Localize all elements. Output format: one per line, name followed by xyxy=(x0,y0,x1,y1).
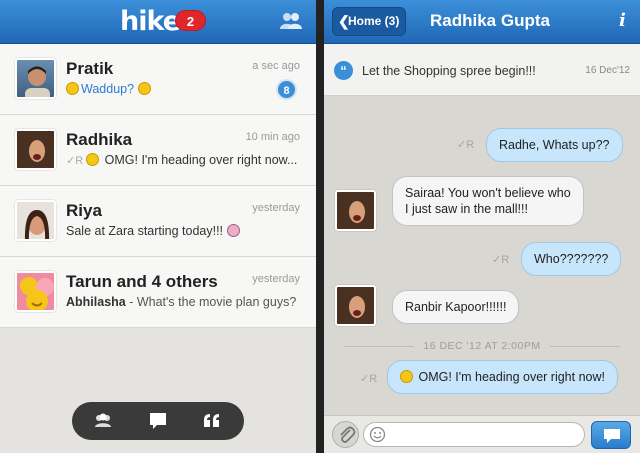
attach-button[interactable] xyxy=(332,421,359,448)
preview-text: OMG! I'm heading over right now... xyxy=(104,153,298,167)
chat-time: a sec ago xyxy=(252,60,300,72)
smiley-emoji-icon xyxy=(137,82,151,95)
chat-preview: Abhilasha - What's the movie plan guys? xyxy=(66,295,306,309)
notification-badge[interactable]: 2 xyxy=(175,10,206,31)
compose-bar xyxy=(324,415,640,453)
chat-name: Tarun and 4 others xyxy=(66,272,218,291)
send-bubble-icon xyxy=(604,429,620,443)
avatar xyxy=(15,58,56,99)
date-divider: 16 DEC '12 AT 2:00PM xyxy=(344,340,620,352)
pinned-text: Let the Shopping spree begin!!! xyxy=(362,64,536,78)
pinned-date: 16 Dec'12 xyxy=(585,65,630,76)
avatar xyxy=(15,200,56,241)
outgoing-message[interactable]: OMG! I'm heading over right now! xyxy=(387,360,618,394)
quote-icon: “ xyxy=(334,61,353,80)
back-home-button[interactable]: ❮ Home (3) xyxy=(332,7,406,36)
preview-text: Waddup? xyxy=(81,82,135,96)
avatar xyxy=(15,129,56,170)
unread-count-badge: 8 xyxy=(276,79,297,100)
chat-row-riya[interactable]: Riya yesterday Sale at Zara starting tod… xyxy=(0,186,316,257)
bottom-tab-bar xyxy=(72,402,244,440)
avatar xyxy=(335,285,376,326)
group-avatar xyxy=(15,271,56,312)
outgoing-message[interactable]: Who??????? xyxy=(521,242,622,276)
smiley-emoji-icon xyxy=(66,82,79,95)
conversation-header: ❮ Home (3) Radhika Gupta i xyxy=(324,0,640,44)
outgoing-message[interactable]: Radhe, Whats up?? xyxy=(486,128,623,162)
group-icon[interactable] xyxy=(92,410,114,432)
conversation-screen: ❮ Home (3) Radhika Gupta i “ Let the Shop… xyxy=(324,0,640,453)
paperclip-icon xyxy=(340,426,356,443)
chat-row-pratik[interactable]: Pratik a sec ago Waddup? 8 xyxy=(0,44,316,115)
incoming-message[interactable]: Sairaa! You won't believe who I just saw … xyxy=(392,176,584,226)
chat-time: yesterday xyxy=(252,273,300,285)
read-receipt-icon: ✓R xyxy=(492,254,510,266)
preview-text: Sale at Zara starting today!!! xyxy=(66,224,224,238)
message-input[interactable] xyxy=(363,422,585,447)
chevron-left-icon: ❮ xyxy=(338,13,350,29)
hike-logo: hike xyxy=(120,6,181,37)
chat-row-radhika[interactable]: Radhika 10 min ago ✓R OMG! I'm heading o… xyxy=(0,115,316,186)
app-header: hike 2 xyxy=(0,0,316,44)
contact-name: Radhika Gupta xyxy=(430,11,550,30)
quote-icon[interactable] xyxy=(201,410,223,432)
shocked-emoji-icon xyxy=(400,370,413,383)
incoming-message[interactable]: Ranbir Kapoor!!!!!! xyxy=(392,290,520,324)
chat-list-screen: hike 2 Pratik a sec ago Waddup? 8 Radhik… xyxy=(0,0,316,453)
back-label: Home (3) xyxy=(348,14,400,28)
chat-time: 10 min ago xyxy=(245,131,300,143)
group-chat-icon[interactable] xyxy=(279,11,303,31)
pinned-message[interactable]: “ Let the Shopping spree begin!!! 16 Dec… xyxy=(324,44,640,96)
read-receipt-icon: ✓R xyxy=(457,139,475,151)
smiley-icon[interactable] xyxy=(369,426,386,443)
sender-name: Abhilasha xyxy=(66,295,126,309)
chat-preview: Sale at Zara starting today!!! xyxy=(66,224,306,238)
info-icon[interactable]: i xyxy=(619,10,626,31)
chat-row-tarun-group[interactable]: Tarun and 4 others yesterday Abhilasha -… xyxy=(0,257,316,328)
avatar xyxy=(335,190,376,231)
preview-text: - What's the movie plan guys? xyxy=(125,295,297,309)
send-button[interactable] xyxy=(591,421,631,449)
shocked-emoji-icon xyxy=(86,153,100,166)
conversation-list: Pratik a sec ago Waddup? 8 Radhika 10 mi… xyxy=(0,44,316,328)
chat-bubble-icon[interactable] xyxy=(147,410,169,432)
read-receipt-icon: ✓R xyxy=(360,373,378,385)
read-receipt-icon: ✓R xyxy=(66,155,84,167)
chat-name: Pratik xyxy=(66,59,114,78)
girl-emoji-icon xyxy=(226,224,240,237)
chat-time: yesterday xyxy=(252,202,300,214)
chat-name: Radhika xyxy=(66,130,133,149)
chat-preview: ✓R OMG! I'm heading over right now... xyxy=(66,153,306,167)
chat-name: Riya xyxy=(66,201,102,220)
chat-preview: Waddup? xyxy=(66,82,306,96)
